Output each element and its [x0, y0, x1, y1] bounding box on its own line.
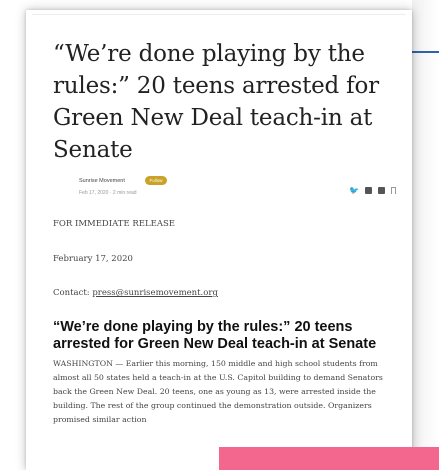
- bookmark-icon[interactable]: [390, 187, 396, 194]
- article-meta: Feb 17, 2020 · 2 min read: [79, 190, 137, 196]
- divider: [32, 14, 406, 15]
- contact-label: Contact:: [53, 288, 90, 298]
- twitter-icon[interactable]: 🐦: [349, 186, 359, 195]
- article-body: WASHINGTON — Earlier this morning, 150 m…: [53, 359, 383, 424]
- contact-email-link[interactable]: press@sunrisemovement.org: [92, 288, 218, 298]
- share-toolbar: 🐦: [349, 186, 396, 195]
- facebook-icon[interactable]: [377, 187, 385, 194]
- article-headline: “We’re done playing by the rules:” 20 te…: [53, 41, 379, 163]
- accent-line: [412, 51, 439, 53]
- contact-line: Contact: press@sunrisemovement.org: [53, 288, 218, 298]
- linkedin-icon[interactable]: [364, 187, 372, 194]
- author-name[interactable]: Sunrise Movement: [79, 178, 125, 184]
- article-subhead: “We’re done playing by the rules:” 20 te…: [53, 319, 377, 352]
- release-date: February 17, 2020: [53, 254, 133, 264]
- pink-block: [219, 447, 439, 470]
- release-label: FOR IMMEDIATE RELEASE: [53, 219, 175, 229]
- author-row: Sunrise Movement Follow Feb 17, 2020 · 2…: [79, 176, 396, 198]
- article-card: “We’re done playing by the rules:” 20 te…: [26, 10, 412, 470]
- page-edge-shadow: [412, 0, 439, 470]
- follow-button[interactable]: Follow: [145, 176, 167, 185]
